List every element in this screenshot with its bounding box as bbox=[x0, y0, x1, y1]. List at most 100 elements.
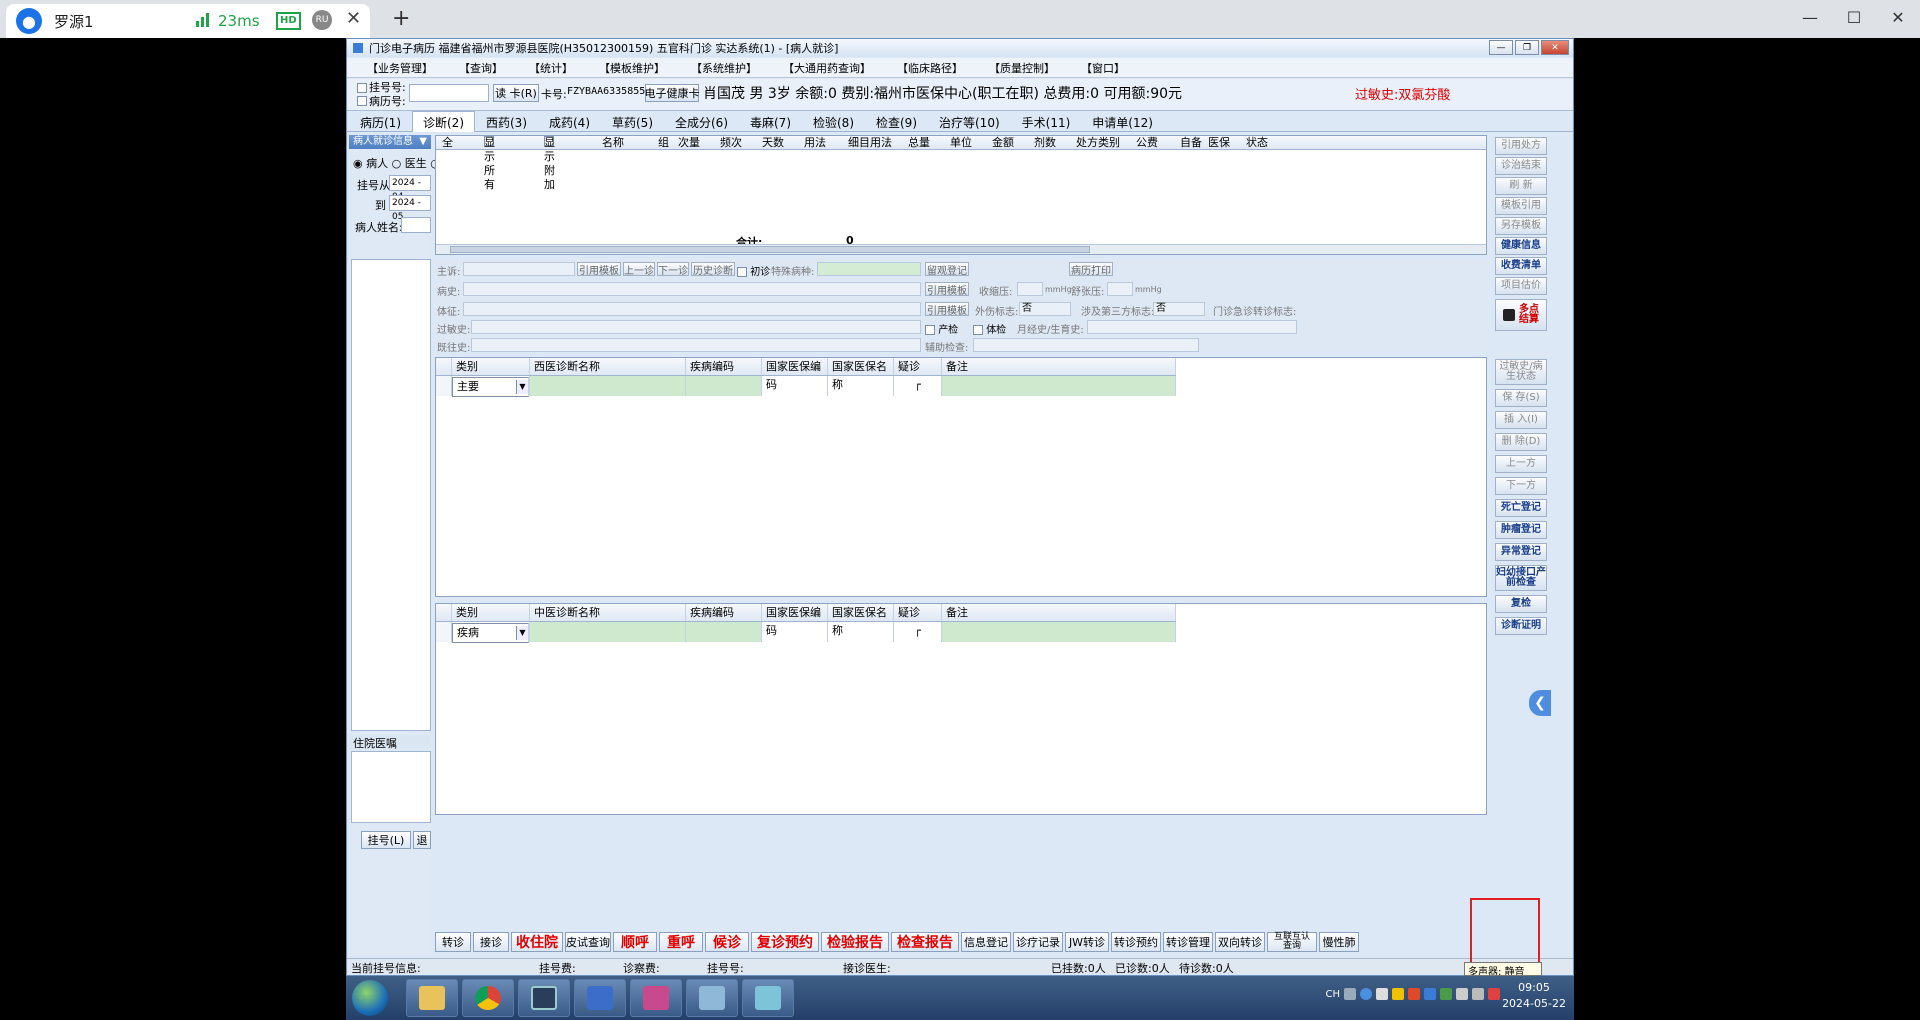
menu-drug-query[interactable]: 【大通用药查询】 bbox=[771, 60, 883, 76]
observe-register-button[interactable]: 留观登记 bbox=[925, 262, 969, 277]
remark-cell[interactable] bbox=[942, 622, 1176, 642]
prev-rx-button[interactable]: 上一方 bbox=[1495, 455, 1547, 473]
national-name-cell[interactable] bbox=[828, 376, 894, 396]
lab-report-button[interactable]: 检验报告 bbox=[821, 932, 889, 952]
app-taskbar-icon-3[interactable] bbox=[630, 979, 682, 1017]
systolic-input[interactable] bbox=[1017, 282, 1043, 296]
save-button[interactable]: 保 存(S) bbox=[1495, 389, 1547, 407]
shield-icon[interactable] bbox=[1392, 988, 1404, 1000]
revisit-appointment-button[interactable]: 复诊预约 bbox=[751, 932, 819, 952]
transfer-manage-button[interactable]: 转诊管理 bbox=[1163, 932, 1213, 952]
start-button-icon[interactable] bbox=[352, 980, 388, 1016]
chief-complaint-input[interactable] bbox=[463, 262, 575, 276]
chrome-taskbar-icon[interactable] bbox=[462, 979, 514, 1017]
quote-template-button-2[interactable]: 引用模板 bbox=[925, 282, 969, 297]
injury-select[interactable]: 否 bbox=[1019, 302, 1071, 316]
quote-template-button-3[interactable]: 引用模板 bbox=[925, 302, 969, 317]
tab-treatment[interactable]: 治疗等(10) bbox=[928, 112, 1011, 131]
monitor-icon[interactable] bbox=[1472, 988, 1484, 1000]
waiting-button[interactable]: 候诊 bbox=[705, 932, 749, 952]
history-input[interactable] bbox=[463, 282, 921, 296]
info-register-button[interactable]: 信息登记 bbox=[961, 932, 1011, 952]
network-tray-icon[interactable] bbox=[1440, 988, 1452, 1000]
tab-surgery[interactable]: 手术(11) bbox=[1011, 112, 1082, 131]
allergy-input[interactable] bbox=[471, 320, 921, 334]
death-register-button[interactable]: 死亡登记 bbox=[1495, 499, 1547, 517]
minimize-icon[interactable]: — bbox=[1788, 0, 1832, 34]
volume-muted-icon[interactable] bbox=[1488, 988, 1500, 1000]
exam-report-button[interactable]: 检查报告 bbox=[891, 932, 959, 952]
type-dropdown[interactable]: 疾病 ▼ bbox=[452, 623, 529, 643]
menu-system[interactable]: 【系统维护】 bbox=[679, 60, 769, 76]
two-way-transfer-button[interactable]: 双向转诊 bbox=[1215, 932, 1265, 952]
tab-lab[interactable]: 检验(8) bbox=[802, 112, 865, 131]
transfer-button[interactable]: 转诊 bbox=[435, 932, 471, 952]
skin-test-query-button[interactable]: 皮试查询 bbox=[565, 932, 611, 952]
close-icon[interactable]: ✕ bbox=[1876, 0, 1920, 34]
record-checkbox[interactable] bbox=[357, 96, 367, 106]
patient-name-input[interactable] bbox=[401, 217, 431, 233]
tab-record[interactable]: 病历(1) bbox=[349, 112, 412, 131]
menu-template[interactable]: 【模板维护】 bbox=[587, 60, 677, 76]
national-code-cell[interactable] bbox=[762, 622, 828, 642]
flag-icon[interactable] bbox=[1456, 988, 1468, 1000]
app-tray-icon[interactable] bbox=[1424, 988, 1436, 1000]
delete-button[interactable]: 删 除(D) bbox=[1495, 433, 1547, 451]
finish-visit-button[interactable]: 诊治结束 bbox=[1495, 157, 1547, 175]
keyboard-icon[interactable] bbox=[1344, 988, 1356, 1000]
physical-checkbox[interactable]: 体检 bbox=[973, 321, 1006, 336]
reg-checkbox[interactable] bbox=[357, 83, 367, 93]
past-history-input[interactable] bbox=[471, 338, 921, 352]
prev-visit-button[interactable]: 上一诊 bbox=[623, 262, 655, 277]
save-template-button[interactable]: 另存模板 bbox=[1495, 217, 1547, 235]
refresh-button[interactable]: 刷 新 bbox=[1495, 177, 1547, 195]
diastolic-input[interactable] bbox=[1107, 282, 1133, 296]
call-next-button[interactable]: 顺呼 bbox=[613, 932, 657, 952]
radio-patient[interactable]: ◉ 病人 bbox=[353, 157, 388, 170]
template-quote-button[interactable]: 模板引用 bbox=[1495, 197, 1547, 215]
treatment-record-button[interactable]: 诊疗记录 bbox=[1013, 932, 1063, 952]
transfer-appointment-button[interactable]: 转诊预约 bbox=[1111, 932, 1161, 952]
menu-quality[interactable]: 【质量控制】 bbox=[977, 60, 1067, 76]
maximize-icon[interactable]: ☐ bbox=[1832, 0, 1876, 34]
close-button[interactable]: ✕ bbox=[1541, 40, 1569, 55]
jw-transfer-button[interactable]: JW转诊 bbox=[1065, 932, 1109, 952]
pen-icon[interactable] bbox=[1376, 988, 1388, 1000]
collapse-sidebar-icon[interactable]: ❮ bbox=[1529, 690, 1551, 716]
tcm-diagnosis-row[interactable]: 疾病 ▼ ┌ bbox=[436, 622, 1176, 643]
abnormal-register-button[interactable]: 异常登记 bbox=[1495, 543, 1547, 561]
disease-code-cell[interactable] bbox=[686, 622, 762, 642]
allergy-status-button[interactable]: 过敏史/病生状态 bbox=[1495, 359, 1547, 385]
tab-patent-medicine[interactable]: 成药(4) bbox=[538, 112, 601, 131]
menu-clinical-path[interactable]: 【临床路径】 bbox=[885, 60, 975, 76]
clock[interactable]: 09:05 2024-05-22 bbox=[1502, 980, 1566, 1012]
tab-western-medicine[interactable]: 西药(3) bbox=[475, 112, 538, 131]
help-icon[interactable] bbox=[1360, 988, 1372, 1000]
recheck-button[interactable]: 复检 bbox=[1495, 595, 1547, 613]
western-diagnosis-row[interactable]: 主要 ▼ ┌ bbox=[436, 376, 1176, 397]
app-taskbar-icon-4[interactable] bbox=[686, 979, 738, 1017]
inpatient-orders-list[interactable] bbox=[351, 751, 431, 823]
menstrual-input[interactable] bbox=[1087, 320, 1297, 334]
estimate-button[interactable]: 项目估价 bbox=[1495, 277, 1547, 295]
patient-list[interactable] bbox=[351, 259, 431, 731]
insert-button[interactable]: 插 入(I) bbox=[1495, 411, 1547, 429]
explorer-taskbar-icon[interactable] bbox=[406, 979, 458, 1017]
antivirus-icon[interactable] bbox=[1408, 988, 1420, 1000]
recall-button[interactable]: 重呼 bbox=[659, 932, 703, 952]
history-diagnosis-button[interactable]: 历史诊断 bbox=[691, 262, 735, 277]
app-taskbar-icon-1[interactable] bbox=[518, 979, 570, 1017]
new-tab-icon[interactable]: + bbox=[392, 6, 410, 31]
radio-doctor[interactable]: ○ 医生 bbox=[392, 157, 427, 170]
multi-settle-button[interactable]: 多点 结算 bbox=[1495, 299, 1547, 331]
from-date-input[interactable]: 2024 - 04 bbox=[389, 175, 431, 202]
menu-stats[interactable]: 【统计】 bbox=[517, 60, 585, 76]
tab-narcotic[interactable]: 毒麻(7) bbox=[739, 112, 802, 131]
reg-no-input[interactable] bbox=[409, 84, 489, 102]
tab-full-ingredient[interactable]: 全成分(6) bbox=[664, 112, 739, 131]
fee-list-button[interactable]: 收费清单 bbox=[1495, 257, 1547, 275]
input-language[interactable]: CH bbox=[1325, 989, 1340, 1000]
remote-session-tab[interactable]: ● 罗源1 23ms HD RU ✕ bbox=[6, 4, 370, 38]
national-code-cell[interactable] bbox=[762, 376, 828, 396]
read-card-button[interactable]: 读 卡(R) bbox=[493, 84, 539, 102]
